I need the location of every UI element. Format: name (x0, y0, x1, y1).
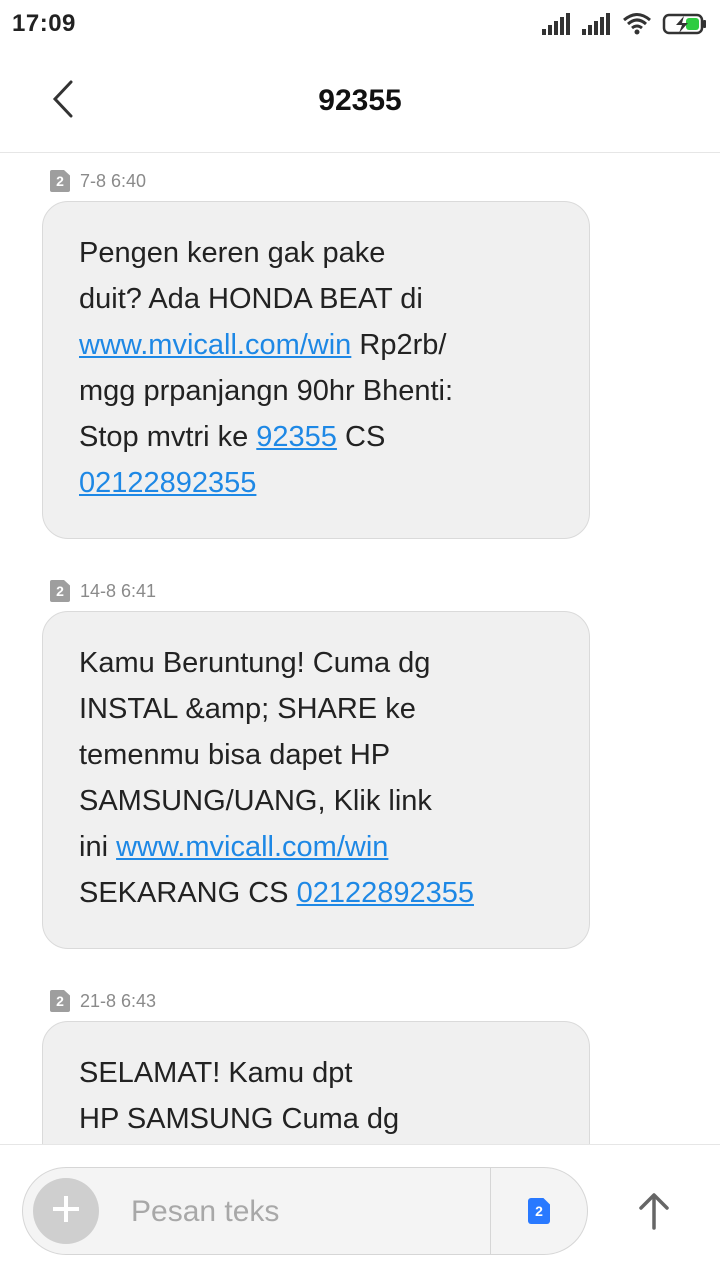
signal-icon (582, 13, 612, 40)
sim-select-button[interactable]: 2 (491, 1168, 587, 1254)
message-link[interactable]: 92355 (256, 421, 337, 453)
message-line: www.mvicall.com/win Rp2rb/ (79, 322, 553, 368)
message-item: 2 7-8 6:40 Pengen keren gak pake duit? Ad… (42, 169, 590, 539)
message-text: mgg prpanjangn 90hr Bhenti: (79, 375, 454, 407)
sim-card-icon: 2 (528, 1198, 550, 1224)
status-bar: 17:09 (0, 0, 720, 52)
message-line: Stop mvtri ke 92355 CS (79, 414, 553, 460)
message-line: Kamu Beruntung! Cuma dg (79, 640, 553, 686)
message-line: 02122892355 (79, 460, 553, 506)
message-bubble[interactable]: Pengen keren gak pake duit? Ada HONDA BEA… (42, 201, 590, 539)
status-icons (542, 12, 708, 41)
message-link[interactable]: 02122892355 (297, 877, 474, 909)
message-text: ini (79, 831, 117, 863)
arrow-up-icon (637, 1192, 671, 1235)
message-line: INSTAL &amp; SHARE ke (79, 686, 553, 732)
compose-area: 2 (0, 1144, 720, 1281)
app-header: 92355 (0, 52, 720, 153)
message-item: 2 21-8 6:43 SELAMAT! Kamu dpt HP SAMSUNG … (42, 989, 590, 1144)
message-line: duit? Ada HONDA BEAT di (79, 276, 553, 322)
message-text: INSTAL &amp; SHARE ke (79, 693, 416, 725)
message-text: Stop mvtri ke (79, 421, 257, 453)
message-input[interactable] (129, 1188, 473, 1236)
message-meta: 2 14-8 6:41 (50, 579, 590, 603)
message-line: temenmu bisa dapet HP (79, 732, 553, 778)
message-link[interactable]: 02122892355 (79, 467, 256, 499)
message-timestamp: 7-8 6:40 (80, 170, 147, 191)
signal-icon (542, 13, 572, 40)
message-text: SAMSUNG/UANG, Klik link (79, 785, 432, 817)
message-line: mgg prpanjangn 90hr Bhenti: (79, 368, 553, 414)
message-line: SELAMAT! Kamu dpt (79, 1050, 553, 1096)
message-bubble[interactable]: SELAMAT! Kamu dpt HP SAMSUNG Cuma dg (42, 1021, 590, 1144)
compose-box: 2 (22, 1167, 588, 1255)
message-timestamp: 14-8 6:41 (80, 580, 157, 601)
message-line: SEKARANG CS 02122892355 (79, 870, 553, 916)
sim-card-icon: 2 (50, 170, 70, 192)
sim-card-icon: 2 (50, 580, 70, 602)
message-text: Rp2rb/ (351, 329, 447, 361)
message-line: SAMSUNG/UANG, Klik link (79, 778, 553, 824)
message-link[interactable]: www.mvicall.com/win (116, 831, 388, 863)
add-attachment-button[interactable] (33, 1178, 99, 1244)
message-text: HP SAMSUNG Cuma dg (79, 1103, 400, 1135)
message-text: duit? Ada HONDA BEAT di (79, 283, 423, 315)
message-link[interactable]: www.mvicall.com/win (79, 329, 351, 361)
status-time: 17:09 (12, 10, 76, 37)
message-list[interactable]: 2 7-8 6:40 Pengen keren gak pake duit? Ad… (0, 153, 720, 1144)
send-button[interactable] (618, 1181, 690, 1245)
message-text: CS (336, 421, 386, 453)
message-text: SEKARANG CS (79, 877, 297, 909)
message-line: ini www.mvicall.com/win (79, 824, 553, 870)
message-line: Pengen keren gak pake (79, 230, 553, 276)
message-meta: 2 21-8 6:43 (50, 989, 590, 1013)
plus-icon (51, 1194, 81, 1229)
conversation-title: 92355 (318, 84, 402, 117)
battery-charging-icon (662, 12, 708, 41)
message-item: 2 14-8 6:41 Kamu Beruntung! Cuma dg INSTA… (42, 579, 590, 949)
message-line: HP SAMSUNG Cuma dg (79, 1096, 553, 1142)
sim-card-icon: 2 (50, 990, 70, 1012)
message-text: SELAMAT! Kamu dpt (79, 1057, 353, 1089)
wifi-icon (622, 12, 652, 41)
message-bubble[interactable]: Kamu Beruntung! Cuma dg INSTAL &amp; SHAR… (42, 611, 590, 949)
message-timestamp: 21-8 6:43 (80, 990, 157, 1011)
message-meta: 2 7-8 6:40 (50, 169, 590, 193)
message-text: Kamu Beruntung! Cuma dg (79, 647, 431, 679)
message-text: Pengen keren gak pake (79, 237, 386, 269)
message-text: temenmu bisa dapet HP (79, 739, 391, 771)
